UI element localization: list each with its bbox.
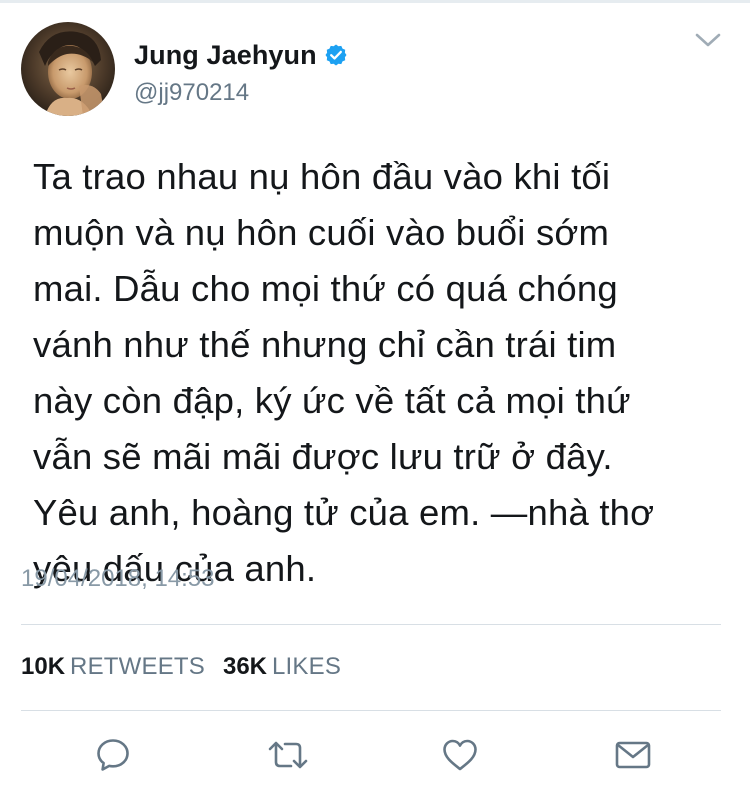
avatar-photo bbox=[21, 22, 115, 116]
author-handle[interactable]: @jj970214 bbox=[134, 79, 249, 107]
direct-message-button[interactable] bbox=[613, 735, 653, 775]
tweet-text: Ta trao nhau nụ hôn đầu vào khi tối muộn… bbox=[33, 149, 733, 597]
envelope-icon bbox=[615, 741, 651, 769]
likes-count: 36K bbox=[222, 653, 267, 680]
top-border bbox=[0, 0, 750, 3]
tweet-text-line: mai. Dẫu cho mọi thứ có quá chóng bbox=[33, 268, 618, 309]
speech-bubble-icon bbox=[97, 739, 129, 771]
chevron-down-icon[interactable] bbox=[691, 28, 725, 52]
tweet-text-line: vánh như thế nhưng chỉ cần trái tim bbox=[33, 324, 617, 365]
heart-icon bbox=[443, 739, 477, 771]
author-display-name[interactable]: Jung Jaehyun bbox=[134, 40, 317, 71]
retweet-arrows-icon bbox=[268, 741, 308, 769]
tweet-timestamp[interactable]: 19/04/2018, 14:53 bbox=[21, 565, 215, 593]
divider bbox=[21, 624, 721, 625]
retweets-label: RETWEETS bbox=[70, 653, 205, 680]
retweets-count: 10K bbox=[21, 653, 66, 680]
avatar[interactable] bbox=[21, 22, 115, 116]
likes-stat[interactable]: 36K LIKES bbox=[223, 653, 341, 681]
tweet-text-line: vẫn sẽ mãi mãi được lưu trữ ở đây. bbox=[33, 436, 613, 477]
reply-button[interactable] bbox=[93, 735, 133, 775]
retweet-button[interactable] bbox=[264, 735, 312, 775]
divider bbox=[21, 710, 721, 711]
tweet-text-line: Yêu anh, hoàng tử của em. —nhà thơ bbox=[33, 492, 655, 533]
tweet-text-line: muộn và nụ hôn cuối vào buổi sớm bbox=[33, 212, 610, 253]
author-name-row[interactable]: Jung Jaehyun bbox=[134, 38, 348, 72]
likes-label: LIKES bbox=[272, 653, 342, 680]
tweet-text-line: này còn đập, ký ức về tất cả mọi thứ bbox=[33, 380, 631, 421]
like-button[interactable] bbox=[440, 735, 480, 775]
verified-badge-icon bbox=[324, 43, 348, 67]
retweets-stat[interactable]: 10K RETWEETS bbox=[21, 653, 205, 681]
tweet-text-line: Ta trao nhau nụ hôn đầu vào khi tối bbox=[33, 156, 611, 197]
tweet-stats: 10K RETWEETS 36K LIKES bbox=[21, 653, 341, 681]
